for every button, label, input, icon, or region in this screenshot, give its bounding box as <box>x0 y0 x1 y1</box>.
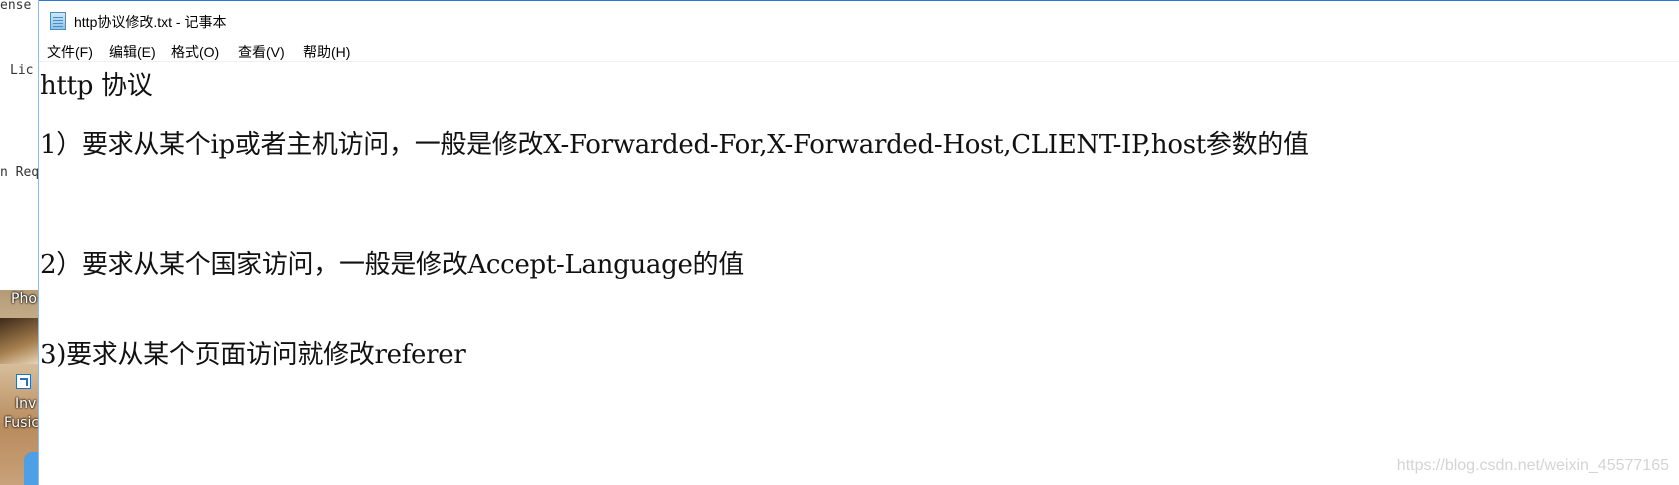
desktop-icon-label[interactable]: Pho <box>11 291 37 307</box>
watermark: https://blog.csdn.net/weixin_45577165 <box>1396 457 1669 474</box>
background-window: ense 1 Lic n Requ <box>0 0 40 290</box>
window-title: http协议修改.txt - 记事本 <box>74 14 227 30</box>
menu-view[interactable]: 查看(V) <box>236 42 287 62</box>
text-line: 1）要求从某个ip或者主机访问，一般是修改X-Forwarded-For,X-F… <box>40 130 1309 160</box>
menu-edit[interactable]: 编辑(E) <box>107 42 158 62</box>
desktop-area: Pho Inv Fusic <box>0 290 40 485</box>
notepad-window: http协议修改.txt - 记事本 文件(F) 编辑(E) 格式(O) 查看(… <box>38 0 1679 485</box>
text-line: 2）要求从某个国家访问，一般是修改Accept-Language的值 <box>40 250 744 280</box>
photo-icon[interactable] <box>0 318 40 364</box>
menu-bar: 文件(F) 编辑(E) 格式(O) 查看(V) 帮助(H) <box>39 38 1679 62</box>
desktop-icon-label[interactable]: Fusic <box>4 415 39 431</box>
menu-file[interactable]: 文件(F) <box>45 42 95 62</box>
text-editor[interactable]: http 协议 1）要求从某个ip或者主机访问，一般是修改X-Forwarded… <box>39 62 1679 485</box>
title-bar[interactable]: http协议修改.txt - 记事本 <box>39 0 1679 38</box>
background-text-line: ense 1 <box>0 0 40 13</box>
text-line: 3)要求从某个页面访问就修改referer <box>40 340 466 370</box>
background-text-line: Lic <box>10 63 34 78</box>
notepad-icon <box>50 12 66 30</box>
menu-format[interactable]: 格式(O) <box>169 42 221 62</box>
menu-help[interactable]: 帮助(H) <box>301 42 352 62</box>
text-line: http 协议 <box>40 71 153 101</box>
shortcut-arrow-icon <box>16 374 31 389</box>
desktop-icon-label[interactable]: Inv <box>15 396 36 412</box>
screen: ense 1 Lic n Requ Pho Inv Fusic http协议修改… <box>0 0 1679 485</box>
background-text-line: n Requ <box>0 165 40 180</box>
